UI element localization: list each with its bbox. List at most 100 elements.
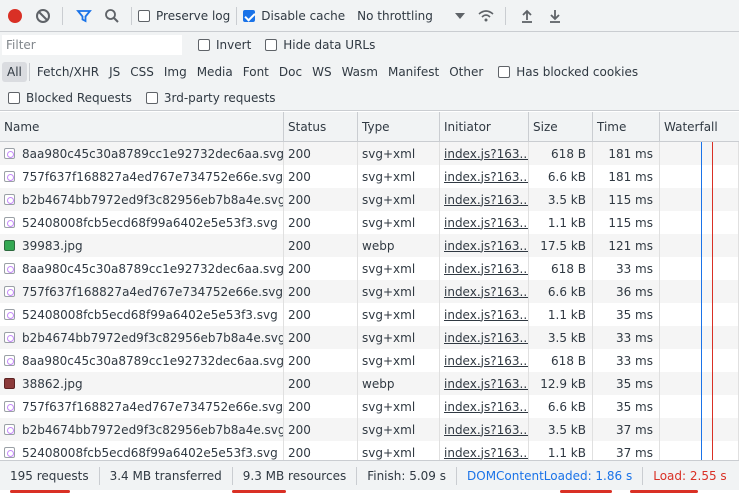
table-row[interactable]: 52408008fcb5ecd68f99a6402e5e53f3.svg 200 s… xyxy=(0,303,739,326)
table-row[interactable]: 8aa980c45c30a8789cc1e92732dec6aa.svg 200 s… xyxy=(0,142,739,165)
invert-checkbox[interactable]: Invert xyxy=(198,38,251,52)
request-type: svg+xml xyxy=(358,165,440,188)
table-row[interactable]: 52408008fcb5ecd68f99a6402e5e53f3.svg 200 s… xyxy=(0,441,739,460)
request-initiator-link[interactable]: index.js?163... xyxy=(440,441,529,460)
type-filter-ws[interactable]: WS xyxy=(307,62,336,82)
has-blocked-cookies-checkbox[interactable]: Has blocked cookies xyxy=(498,65,638,79)
type-filter-fetch-xhr[interactable]: Fetch/XHR xyxy=(32,62,104,82)
column-header-name[interactable]: Name xyxy=(0,112,284,142)
request-initiator-link[interactable]: index.js?163... xyxy=(440,165,529,188)
checkbox-box xyxy=(138,9,150,22)
request-name-text: 757f637f168827a4ed767e734752e66e.svg xyxy=(22,169,283,184)
request-time: 35 ms xyxy=(593,372,660,395)
request-type: webp xyxy=(358,234,440,257)
request-waterfall xyxy=(660,188,739,211)
table-row[interactable]: 757f637f168827a4ed767e734752e66e.svg 200 s… xyxy=(0,280,739,303)
request-size: 6.6 kB xyxy=(529,165,593,188)
type-filter-other[interactable]: Other xyxy=(444,62,488,82)
table-row[interactable]: b2b4674bb7972ed9f3c82956eb7b8a4e.svg 200 s… xyxy=(0,418,739,441)
request-initiator-link[interactable]: index.js?163... xyxy=(440,188,529,211)
import-har-button[interactable] xyxy=(514,3,540,29)
request-size: 3.5 kB xyxy=(529,326,593,349)
hide-data-urls-checkbox[interactable]: Hide data URLs xyxy=(265,38,375,52)
table-row[interactable]: 757f637f168827a4ed767e734752e66e.svg 200 s… xyxy=(0,395,739,418)
chevron-down-icon[interactable] xyxy=(454,12,465,19)
request-time: 36 ms xyxy=(593,280,660,303)
type-filter-wasm[interactable]: Wasm xyxy=(337,62,383,82)
image-file-icon xyxy=(4,378,15,389)
record-button[interactable] xyxy=(2,3,28,29)
request-initiator-link[interactable]: index.js?163... xyxy=(440,372,529,395)
finish-time: Finish: 5.09 s xyxy=(357,466,458,485)
request-initiator-link[interactable]: index.js?163... xyxy=(440,211,529,234)
type-filter-css[interactable]: CSS xyxy=(125,62,159,82)
request-status: 200 xyxy=(284,211,358,234)
annotation-underline xyxy=(560,490,612,493)
request-filter-row: Blocked Requests 3rd-party requests xyxy=(0,86,739,111)
checkbox-box xyxy=(265,39,278,51)
request-waterfall xyxy=(660,326,739,349)
request-type: svg+xml xyxy=(358,441,440,460)
request-name: b2b4674bb7972ed9f3c82956eb7b8a4e.svg xyxy=(0,326,284,349)
search-button[interactable] xyxy=(99,3,125,29)
network-conditions-button[interactable] xyxy=(473,3,499,29)
table-row[interactable]: 757f637f168827a4ed767e734752e66e.svg 200 s… xyxy=(0,165,739,188)
svg-file-icon xyxy=(4,447,15,458)
request-name-text: 38862.jpg xyxy=(22,376,83,391)
table-row[interactable]: b2b4674bb7972ed9f3c82956eb7b8a4e.svg 200 s… xyxy=(0,326,739,349)
table-row[interactable]: 52408008fcb5ecd68f99a6402e5e53f3.svg 200 s… xyxy=(0,211,739,234)
table-row[interactable]: 8aa980c45c30a8789cc1e92732dec6aa.svg 200 s… xyxy=(0,349,739,372)
request-time: 33 ms xyxy=(593,257,660,280)
request-name: 52408008fcb5ecd68f99a6402e5e53f3.svg xyxy=(0,303,284,326)
svg-file-icon xyxy=(4,355,15,366)
type-filter-img[interactable]: Img xyxy=(159,62,192,82)
preserve-log-checkbox[interactable]: Preserve log xyxy=(138,9,230,23)
table-row[interactable]: 8aa980c45c30a8789cc1e92732dec6aa.svg 200 s… xyxy=(0,257,739,280)
request-initiator-link[interactable]: index.js?163... xyxy=(440,349,529,372)
column-header-waterfall[interactable]: Waterfall xyxy=(660,112,739,142)
table-row[interactable]: 38862.jpg 200 webp index.js?163... 12.9 kB 35… xyxy=(0,372,739,395)
filter-input[interactable]: Filter xyxy=(2,35,182,55)
request-time: 35 ms xyxy=(593,303,660,326)
column-header-time[interactable]: Time xyxy=(593,112,660,142)
type-filter-doc[interactable]: Doc xyxy=(274,62,307,82)
blocked-requests-checkbox[interactable]: Blocked Requests xyxy=(8,91,132,105)
request-initiator-link[interactable]: index.js?163... xyxy=(440,395,529,418)
request-initiator-link[interactable]: index.js?163... xyxy=(440,418,529,441)
dom-content-loaded-time: DOMContentLoaded: 1.86 s xyxy=(457,466,644,485)
request-name: 8aa980c45c30a8789cc1e92732dec6aa.svg xyxy=(0,349,284,372)
filter-toggle-button[interactable] xyxy=(71,3,97,29)
type-filter-media[interactable]: Media xyxy=(192,62,238,82)
hide-data-urls-label: Hide data URLs xyxy=(283,38,376,52)
table-row[interactable]: 39983.jpg 200 webp index.js?163... 17.5 kB 12… xyxy=(0,234,739,257)
third-party-checkbox[interactable]: 3rd-party requests xyxy=(145,91,276,105)
request-name-text: b2b4674bb7972ed9f3c82956eb7b8a4e.svg xyxy=(22,422,284,437)
request-time: 181 ms xyxy=(593,142,660,165)
type-filter-js[interactable]: JS xyxy=(104,62,125,82)
column-header-type[interactable]: Type xyxy=(358,112,440,142)
disable-cache-checkbox[interactable]: Disable cache xyxy=(243,9,345,23)
request-time: 121 ms xyxy=(593,234,660,257)
export-har-button[interactable] xyxy=(542,3,568,29)
request-initiator-link[interactable]: index.js?163... xyxy=(440,280,529,303)
type-filter-manifest[interactable]: Manifest xyxy=(383,62,444,82)
column-header-initiator[interactable]: Initiator xyxy=(440,112,529,142)
request-initiator-link[interactable]: index.js?163... xyxy=(440,142,529,165)
requests-table-body: 8aa980c45c30a8789cc1e92732dec6aa.svg 200 s… xyxy=(0,142,739,460)
request-initiator-link[interactable]: index.js?163... xyxy=(440,303,529,326)
request-initiator-link[interactable]: index.js?163... xyxy=(440,326,529,349)
clear-button[interactable] xyxy=(30,3,56,29)
throttling-select[interactable]: No throttling xyxy=(357,9,433,23)
transferred-size: 3.4 MB transferred xyxy=(100,466,233,485)
request-type: svg+xml xyxy=(358,303,440,326)
type-filter-all[interactable]: All xyxy=(2,62,27,82)
column-header-status[interactable]: Status xyxy=(284,112,358,142)
request-initiator-link[interactable]: index.js?163... xyxy=(440,257,529,280)
type-filter-font[interactable]: Font xyxy=(238,62,274,82)
request-status: 200 xyxy=(284,165,358,188)
preserve-log-label: Preserve log xyxy=(156,8,231,23)
column-header-size[interactable]: Size xyxy=(529,112,593,142)
request-status: 200 xyxy=(284,188,358,211)
request-initiator-link[interactable]: index.js?163... xyxy=(440,234,529,257)
table-row[interactable]: b2b4674bb7972ed9f3c82956eb7b8a4e.svg 200 s… xyxy=(0,188,739,211)
